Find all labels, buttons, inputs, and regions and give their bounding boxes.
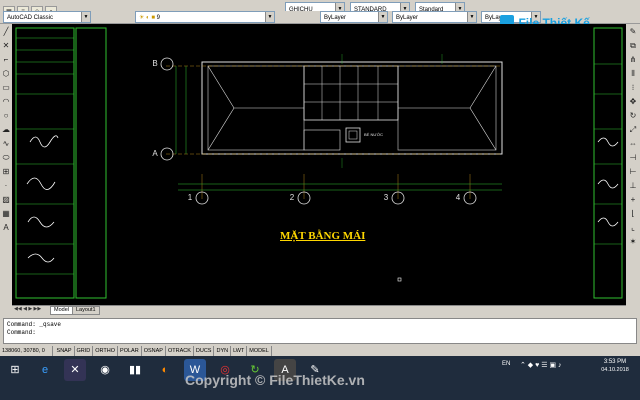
- app-icon[interactable]: ✕: [64, 359, 86, 381]
- otrack-toggle[interactable]: OTRACK: [166, 346, 194, 356]
- ducs-toggle[interactable]: DUCS: [194, 346, 215, 356]
- move-icon[interactable]: ✥: [627, 96, 639, 108]
- draw-toolbar: ╱ ✕ ⌐ ⬡ ▭ ◠ ○ ☁ ∿ ⬭ ⊞ · ▨ ▦ A: [0, 24, 12, 314]
- array-icon[interactable]: ⁝: [627, 82, 639, 94]
- grid-col-2: 2: [289, 193, 295, 202]
- tray-icons[interactable]: ⌃ ◆ ♥ ☰ ▣ ♪: [520, 361, 562, 369]
- spline-icon[interactable]: ∿: [0, 138, 12, 150]
- coordinates-readout: 138060, 30780, 0: [0, 346, 53, 356]
- insert-block-icon[interactable]: ⊞: [0, 166, 12, 178]
- layer-dropdown[interactable]: ☀ ◐ ■ 9 ▼: [135, 11, 275, 23]
- rectangle-icon[interactable]: ▭: [0, 82, 12, 94]
- model-toggle[interactable]: MODEL: [247, 346, 272, 356]
- grid-col-3: 3: [383, 193, 389, 202]
- water-tank-label: BỂ NƯỚC: [364, 132, 384, 137]
- erase-icon[interactable]: ✎: [627, 26, 639, 38]
- command-window[interactable]: Command: _qsave Command:: [3, 318, 637, 344]
- grid-row-a: A: [152, 149, 158, 158]
- grid-row-b: B: [152, 59, 158, 68]
- command-prompt[interactable]: Command:: [4, 328, 636, 337]
- chamfer-icon[interactable]: ⌊: [627, 208, 639, 220]
- tab-model[interactable]: Model: [50, 306, 73, 315]
- files-icon[interactable]: ▮▮: [124, 359, 146, 381]
- left-title-block: [15, 27, 107, 299]
- polyline-icon[interactable]: ⌐: [0, 54, 12, 66]
- copy-icon[interactable]: ⧉: [627, 40, 639, 52]
- color-dropdown[interactable]: ByLayer ▼: [320, 11, 388, 23]
- fillet-icon[interactable]: ⌞: [627, 222, 639, 234]
- right-title-block: [593, 27, 623, 299]
- clock-time[interactable]: 3:53 PM: [597, 359, 633, 365]
- drawing-title: MẶT BẰNG MÁI: [280, 230, 366, 242]
- status-bar: 138060, 30780, 0 SNAP GRID ORTHO POLAR OSNAP…: [0, 346, 640, 356]
- hatch-icon[interactable]: ▨: [0, 194, 12, 206]
- tab-nav-arrows[interactable]: ◀◀ ◀ ▶ ▶▶: [14, 306, 41, 312]
- line-icon[interactable]: ╱: [0, 26, 12, 38]
- osnap-toggle[interactable]: OSNAP: [142, 346, 166, 356]
- offset-icon[interactable]: ⫴: [627, 68, 639, 80]
- media-icon[interactable]: ◉: [94, 359, 116, 381]
- firefox-icon[interactable]: ◐: [154, 359, 176, 381]
- modify-toolbar: ✎ ⧉ ⋔ ⫴ ⁝ ✥ ↻ ⤢ ⇔ ⊣ ⊢ ⊥ + ⌊ ⌞ ✶: [626, 24, 640, 314]
- roof-plan: [160, 54, 503, 205]
- drawing-canvas[interactable]: B A 1 2 3 4 BỂ NƯỚC MẶT BẰNG MÁI: [12, 24, 626, 306]
- extend-icon[interactable]: ⊢: [627, 166, 639, 178]
- mtext-icon[interactable]: A: [0, 222, 12, 234]
- scale-icon[interactable]: ⤢: [627, 124, 639, 136]
- lwt-toggle[interactable]: LWT: [231, 346, 248, 356]
- linetype-dropdown[interactable]: ByLayer ▼: [392, 11, 477, 23]
- copyright-watermark: Copyright © FileThietKe.vn: [185, 372, 365, 388]
- taskbar: ⊞ e ✕ ◉ ▮▮ ◐ W ◎ ↻ A ✎ EN ⌃ ◆ ♥ ☰ ▣ ♪ 3:…: [0, 356, 640, 400]
- dyn-toggle[interactable]: DYN: [214, 346, 232, 356]
- workspace-dropdown[interactable]: AutoCAD Classic ▼: [3, 11, 91, 23]
- stretch-icon[interactable]: ⇔: [627, 138, 639, 150]
- windows-start-icon[interactable]: ⊞: [4, 359, 26, 381]
- explode-icon[interactable]: ✶: [627, 236, 639, 248]
- grid-toggle[interactable]: GRID: [75, 346, 94, 356]
- join-icon[interactable]: +: [627, 194, 639, 206]
- cloud-icon[interactable]: ☁: [0, 124, 12, 136]
- command-history: Command: _qsave: [7, 321, 62, 328]
- grid-col-1: 1: [187, 193, 193, 202]
- arc-icon[interactable]: ◠: [0, 96, 12, 108]
- table-icon[interactable]: ▦: [0, 208, 12, 220]
- circle-icon[interactable]: ○: [0, 110, 12, 122]
- ellipse-icon[interactable]: ⬭: [0, 152, 12, 164]
- layout-tabs: ◀◀ ◀ ▶ ▶▶ Model Layout1: [12, 305, 626, 315]
- snap-toggle[interactable]: SNAP: [55, 346, 75, 356]
- rotate-icon[interactable]: ↻: [627, 110, 639, 122]
- tab-layout1[interactable]: Layout1: [72, 306, 100, 315]
- polar-toggle[interactable]: POLAR: [118, 346, 142, 356]
- polygon-icon[interactable]: ⬡: [0, 68, 12, 80]
- language-indicator[interactable]: EN: [502, 361, 510, 367]
- mirror-icon[interactable]: ⋔: [627, 54, 639, 66]
- ie-icon[interactable]: e: [34, 359, 56, 381]
- grid-col-4: 4: [455, 193, 461, 202]
- ortho-toggle[interactable]: ORTHO: [93, 346, 119, 356]
- trim-icon[interactable]: ⊣: [627, 152, 639, 164]
- clock-date[interactable]: 04.10.2018: [595, 367, 635, 373]
- xline-icon[interactable]: ✕: [0, 40, 12, 52]
- point-icon[interactable]: ·: [0, 180, 12, 192]
- break-icon[interactable]: ⊥: [627, 180, 639, 192]
